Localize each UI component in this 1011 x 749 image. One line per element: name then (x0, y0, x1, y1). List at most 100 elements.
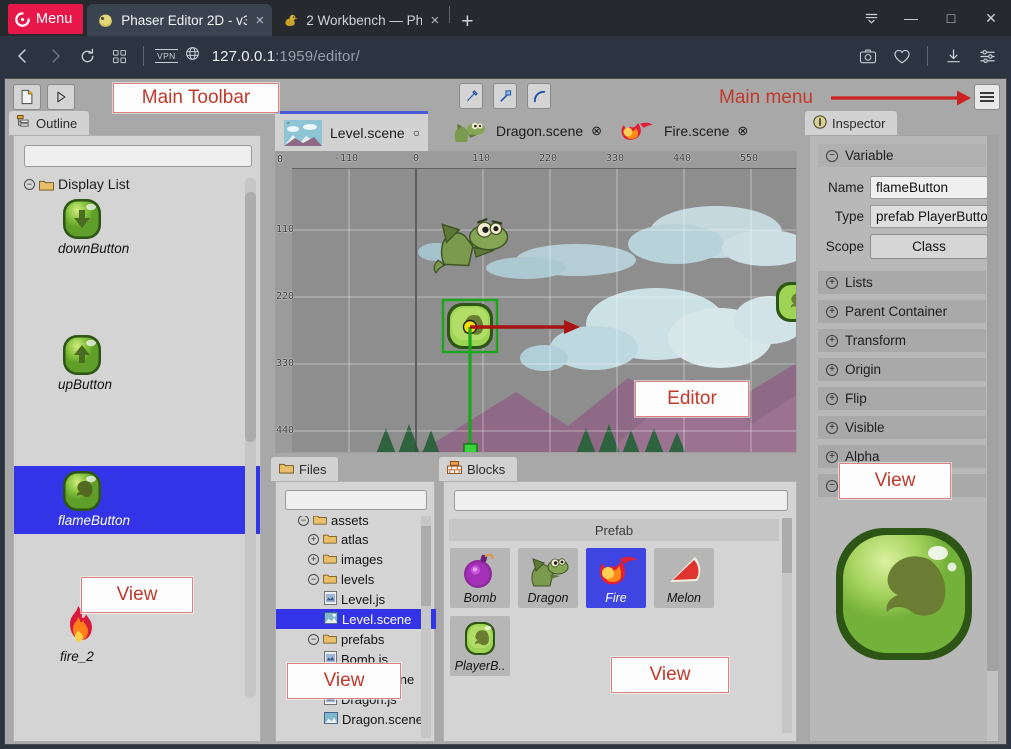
rotate-tool-button[interactable] (527, 83, 551, 109)
scene-tab-level[interactable]: Level.scene ○ (275, 111, 428, 151)
outline-scrollbar-thumb[interactable] (245, 192, 256, 442)
vertical-ruler[interactable]: 0 110 220 330 440 (276, 152, 294, 452)
files-node-assets[interactable]: − assets (276, 516, 436, 530)
collapse-tabs-icon[interactable] (851, 0, 891, 36)
files-scrollbar-thumb[interactable] (421, 526, 431, 606)
expand-icon[interactable]: + (826, 363, 838, 376)
vpn-indicator[interactable]: VPN (155, 46, 200, 66)
browser-menu-button[interactable]: Menu (8, 4, 84, 34)
collapse-icon[interactable]: − (24, 178, 35, 190)
browser-tab-0[interactable]: Phaser Editor 2D - v3. × (87, 4, 273, 36)
collapse-icon[interactable]: − (826, 479, 838, 492)
nav-back-button[interactable] (8, 41, 38, 71)
outline-filter-input[interactable] (24, 145, 252, 167)
files-node-level-js[interactable]: Level.js (276, 589, 436, 609)
window-maximize-button[interactable]: □ (931, 0, 971, 36)
browser-tab-0-close-icon[interactable]: × (254, 13, 265, 28)
address-bar-text[interactable]: 127.0.0.1:1959/editor/ (212, 48, 360, 65)
scene-tab-dragon[interactable]: Dragon.scene ⊗ (441, 111, 602, 151)
main-menu-button[interactable] (974, 84, 1000, 110)
block-item-label: Melon (666, 591, 702, 605)
blocks-filter-input[interactable] (454, 490, 788, 511)
window-close-button[interactable]: ✕ (971, 0, 1011, 36)
inspector-section-parent-container[interactable]: + Parent Container (818, 300, 986, 323)
settings-sliders-icon[interactable] (971, 41, 1003, 71)
block-item-dragon[interactable]: Dragon (518, 548, 578, 608)
inspector-section-visible[interactable]: + Visible (818, 416, 986, 439)
play-button[interactable] (47, 84, 75, 110)
scene-tab-close-icon[interactable]: ⊗ (591, 123, 602, 139)
collapse-icon[interactable]: − (826, 149, 838, 162)
files-scrollbar[interactable] (421, 516, 431, 738)
collapse-icon[interactable]: − (308, 633, 319, 645)
scene-tab-dirty-icon[interactable]: ○ (413, 126, 420, 140)
files-node-images[interactable]: + images (276, 549, 436, 569)
files-node-atlas[interactable]: + atlas (276, 529, 436, 549)
panel-grid-icon[interactable] (104, 41, 134, 71)
inspector-scrollbar[interactable] (987, 136, 998, 741)
inspector-section-origin[interactable]: + Origin (818, 358, 986, 381)
folder-icon (323, 572, 337, 587)
block-item-label: Bomb (463, 591, 497, 605)
collapse-icon[interactable]: − (298, 516, 309, 526)
camera-icon[interactable] (852, 41, 884, 71)
files-node-level-scene[interactable]: Level.scene (276, 609, 436, 629)
translate-tool-button[interactable] (493, 83, 517, 109)
type-field[interactable]: prefab PlayerButto (870, 205, 988, 228)
expand-icon[interactable]: + (826, 450, 838, 463)
scene-tab-fire[interactable]: Fire.scene ⊗ (609, 111, 748, 151)
block-item-fire[interactable]: Fire (586, 548, 646, 608)
tab-blocks[interactable]: Blocks (439, 457, 518, 481)
collapse-icon[interactable]: − (308, 573, 319, 585)
outline-item-fire1[interactable]: fire_1 (14, 738, 260, 740)
files-node-prefabs[interactable]: − prefabs (276, 629, 436, 649)
block-item-bomb[interactable]: Bomb (450, 548, 510, 608)
expand-icon[interactable]: + (826, 305, 838, 318)
outline-root-node[interactable]: − Display List (14, 174, 260, 194)
new-file-button[interactable] (13, 84, 41, 110)
tab-outline[interactable]: Outline (9, 111, 90, 135)
nav-reload-button[interactable] (72, 41, 102, 71)
blocks-scrollbar-thumb[interactable] (782, 518, 792, 573)
outline-tab-label: Outline (36, 115, 78, 131)
download-icon[interactable] (937, 41, 969, 71)
expand-icon[interactable]: + (826, 421, 838, 434)
inspector-section-flip[interactable]: + Flip (818, 387, 986, 410)
heart-icon[interactable] (886, 41, 918, 71)
block-item-playerbutton[interactable]: PlayerB.. (450, 616, 510, 676)
blocks-scrollbar[interactable] (782, 518, 792, 733)
outline-item-downbutton[interactable]: downButton (14, 194, 260, 262)
blocks-section-header[interactable]: Prefab (449, 519, 779, 541)
inspector-section-variable[interactable]: − Variable (818, 144, 986, 167)
new-tab-button[interactable]: + (452, 11, 482, 36)
horizontal-ruler[interactable]: -110 0 110 220 330 440 550 (276, 152, 796, 168)
expand-icon[interactable]: + (308, 553, 319, 565)
tab-files[interactable]: Files (271, 457, 339, 481)
files-filter-input[interactable] (285, 490, 427, 510)
expand-icon[interactable]: + (826, 276, 838, 289)
url-path: :1959/editor/ (275, 47, 360, 65)
inspector-section-lists[interactable]: + Lists (818, 271, 986, 294)
browser-menu-label: Menu (36, 11, 73, 27)
browser-tab-1-close-icon[interactable]: × (429, 13, 440, 28)
outline-item-upbutton[interactable]: upButton (14, 330, 260, 398)
scene-tab-close-icon[interactable]: ⊗ (737, 123, 748, 139)
expand-icon[interactable]: + (826, 392, 838, 405)
pointer-tool-button[interactable] (459, 83, 483, 109)
scope-button[interactable]: Class (870, 234, 988, 259)
files-node-levels[interactable]: − levels (276, 569, 436, 589)
expand-icon[interactable]: + (308, 533, 319, 545)
inspector-section-transform[interactable]: + Transform (818, 329, 986, 352)
browser-tab-1[interactable]: 2 Workbench — Pha × (272, 4, 447, 36)
inspector-scrollbar-thumb[interactable] (987, 136, 998, 671)
outline-tree: − Display List downButton upButton flame… (14, 174, 260, 740)
name-field[interactable]: flameButton (870, 176, 988, 199)
window-minimize-button[interactable]: — (891, 0, 931, 36)
outline-item-flamebutton[interactable]: flameButton (14, 466, 260, 534)
nav-forward-button[interactable] (40, 41, 70, 71)
outline-scrollbar[interactable] (245, 178, 256, 698)
files-node-dragon-scene[interactable]: Dragon.scene (276, 709, 436, 729)
expand-icon[interactable]: + (826, 334, 838, 347)
block-item-melon[interactable]: Melon (654, 548, 714, 608)
tab-inspector[interactable]: Inspector (805, 111, 898, 135)
